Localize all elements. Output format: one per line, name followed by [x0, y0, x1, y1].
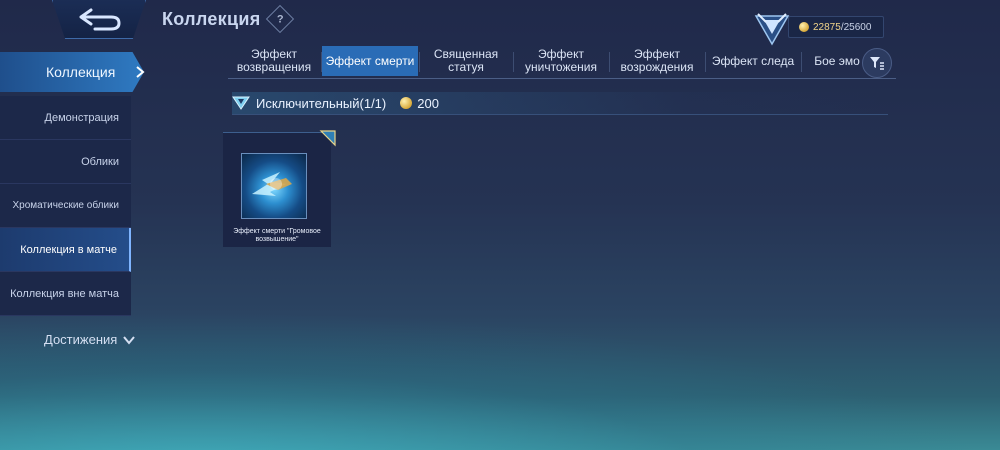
- currency-value: 22875: [813, 21, 841, 33]
- tab-label: Священная статуя: [433, 47, 499, 74]
- item-caption: Эффект смерти "Громовое возвышение": [233, 228, 321, 243]
- tab-trail-effect[interactable]: Эффект следа: [706, 46, 800, 76]
- collection-item-card[interactable]: Эффект смерти "Громовое возвышение": [223, 130, 336, 247]
- tab-death-effect[interactable]: Эффект смерти: [322, 46, 418, 76]
- coin-icon: [799, 22, 809, 32]
- sidebar-achievements[interactable]: Достижения: [44, 332, 136, 347]
- category-tabs: Эффект возвращения Эффект смерти Священн…: [228, 46, 896, 79]
- tab-return-effect[interactable]: Эффект возвращения: [228, 46, 320, 76]
- achievements-label: Достижения: [44, 332, 118, 347]
- filter-button[interactable]: [862, 48, 892, 78]
- help-glyph: ?: [276, 12, 284, 25]
- sidebar-item-in-match-collection[interactable]: Коллекция в матче: [0, 228, 131, 272]
- help-icon[interactable]: ?: [265, 4, 295, 34]
- background-glow: [0, 310, 1000, 450]
- tab-label: Эффект следа: [711, 53, 795, 68]
- tab-elimination-effect[interactable]: Эффект уничтожения: [514, 46, 608, 76]
- sidebar-item-label: Облики: [81, 155, 119, 168]
- sidebar-active-label: Коллекция: [46, 64, 116, 80]
- section-title: Исключительный(1/1): [256, 95, 387, 111]
- section-points-value: 200: [417, 95, 439, 111]
- tab-label: Эффект уничтожения: [524, 47, 597, 74]
- tab-label: Эффект возрождения: [620, 47, 694, 74]
- sidebar-item-showcase[interactable]: Демонстрация: [0, 96, 131, 140]
- sidebar-item-chromatic-skins[interactable]: Хроматические облики: [0, 184, 131, 228]
- chevron-down-icon: [123, 335, 136, 345]
- thunder-effect-image: [252, 172, 292, 196]
- rank-emblem-icon: [754, 13, 790, 46]
- tab-label: Эффект возвращения: [236, 47, 312, 74]
- currency-display: 22875/25600: [788, 16, 884, 38]
- sidebar-item-label: Хроматические облики: [12, 199, 119, 211]
- sidebar-item-label: Коллекция вне матча: [10, 287, 119, 300]
- tab-sacred-statue[interactable]: Священная статуя: [420, 46, 512, 76]
- rarity-section-header: Исключительный(1/1) 200: [232, 92, 888, 115]
- sidebar-item-skins[interactable]: Облики: [0, 140, 131, 184]
- sidebar-item-out-of-match-collection[interactable]: Коллекция вне матча: [0, 272, 131, 316]
- filter-icon: [870, 57, 884, 70]
- return-arrow-icon: [79, 8, 121, 31]
- back-button[interactable]: [52, 0, 146, 39]
- tab-respawn-effect[interactable]: Эффект возрождения: [610, 46, 704, 76]
- currency-max: /25600: [840, 21, 872, 33]
- rarity-icon: [232, 96, 250, 110]
- rarity-corner-icon: [319, 130, 336, 147]
- tab-label: Эффект смерти: [325, 53, 415, 68]
- sidebar-list: Демонстрация Облики Хроматические облики…: [0, 96, 131, 316]
- item-thumbnail: [241, 153, 307, 219]
- coin-icon: [400, 97, 413, 109]
- tab-label: Бое эмо: [814, 53, 860, 68]
- chevron-right-icon: [136, 66, 145, 78]
- sidebar-active-collection[interactable]: Коллекция: [0, 50, 150, 94]
- section-points: 200: [400, 96, 439, 111]
- page-title: Коллекция: [162, 9, 261, 29]
- sidebar-item-label: Коллекция в матче: [20, 243, 117, 256]
- sidebar-item-label: Демонстрация: [44, 111, 120, 124]
